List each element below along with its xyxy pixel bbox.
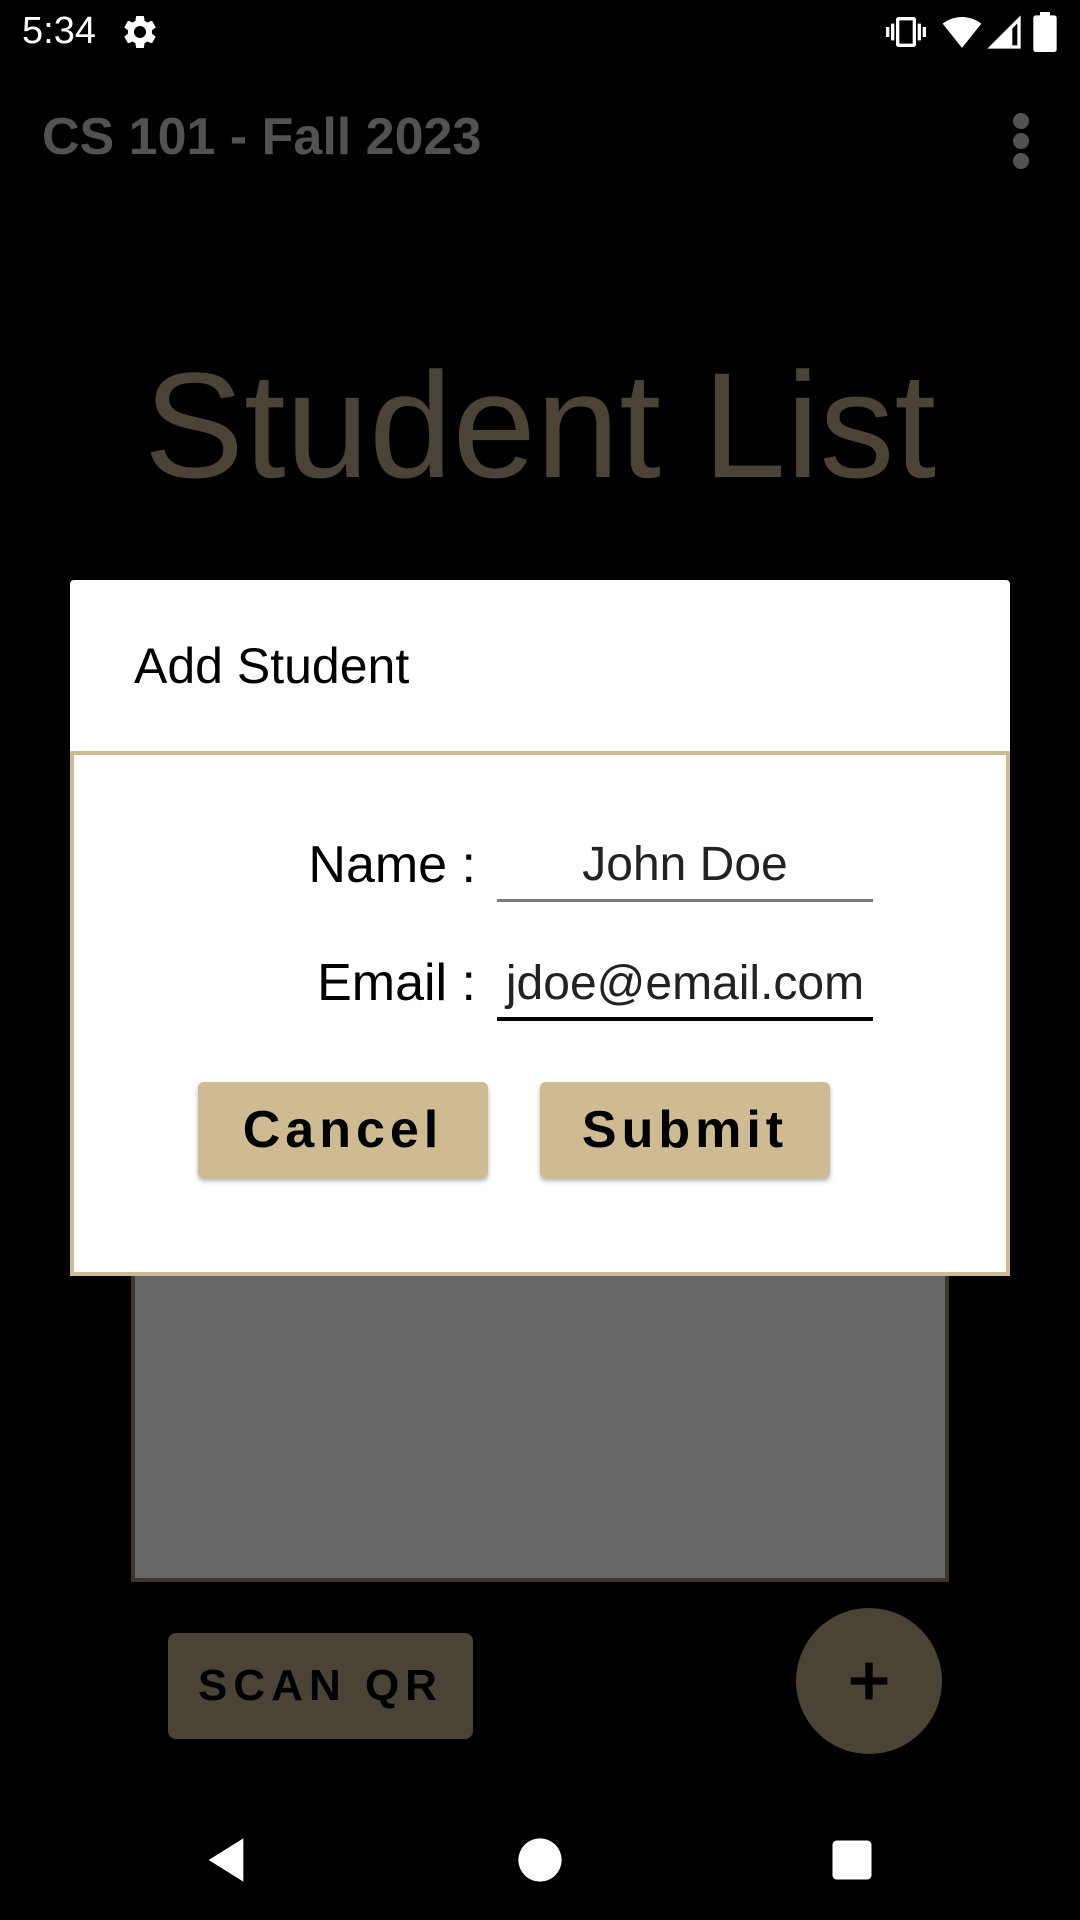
back-icon[interactable] <box>200 1834 252 1886</box>
battery-icon <box>1030 12 1060 52</box>
status-bar: 5:34 <box>0 0 1080 63</box>
app-title: CS 101 - Fall 2023 <box>42 108 482 166</box>
status-time: 5:34 <box>22 10 96 52</box>
navigation-bar <box>0 1800 1080 1920</box>
app-bar: CS 101 - Fall 2023 <box>0 63 1080 210</box>
cell-signal-icon <box>984 12 1024 52</box>
cancel-button[interactable]: Cancel <box>198 1082 488 1178</box>
settings-icon <box>120 12 160 52</box>
scan-qr-button[interactable]: SCAN QR <box>168 1633 473 1739</box>
name-field[interactable] <box>497 830 873 902</box>
name-label: Name : <box>308 836 476 894</box>
recents-icon[interactable] <box>826 1834 878 1886</box>
email-field[interactable] <box>497 949 873 1021</box>
dialog-title: Add Student <box>134 638 410 694</box>
plus-icon <box>850 1662 888 1700</box>
home-icon[interactable] <box>514 1834 566 1886</box>
email-label: Email : <box>317 954 476 1012</box>
screen: 5:34 CS 101 - Fall 2023 Student List SCA… <box>0 0 1080 1920</box>
add-student-dialog: Add Student Name : Email : Cancel Submit <box>70 580 1010 1276</box>
more-vert-icon[interactable] <box>996 111 1046 171</box>
vibrate-icon <box>886 12 926 52</box>
wifi-icon <box>942 12 982 52</box>
page-heading: Student List <box>143 341 937 509</box>
dialog-form: Name : Email : Cancel Submit <box>70 751 1010 1276</box>
add-student-fab[interactable] <box>796 1608 942 1754</box>
submit-button[interactable]: Submit <box>540 1082 830 1178</box>
